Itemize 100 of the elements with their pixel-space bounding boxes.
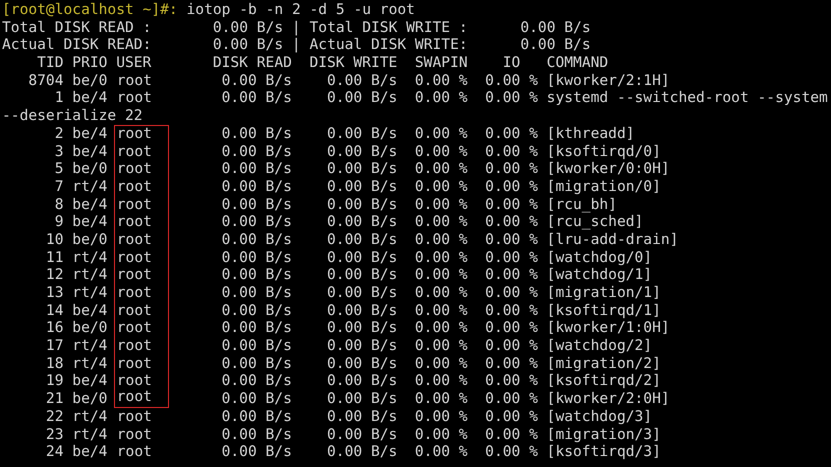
tid-cell-text: 21 bbox=[44, 390, 64, 408]
disk-read-cell-text: 0.00 B/s bbox=[220, 284, 292, 302]
disk-write-cell-text: 0.00 B/s bbox=[326, 284, 398, 302]
user-cell: root bbox=[114, 390, 169, 408]
command-cell: [watchdog/0] bbox=[546, 248, 652, 266]
prio-cell: be/4 bbox=[72, 302, 108, 320]
prio-cell: rt/4 bbox=[72, 284, 108, 302]
user-cell: root bbox=[114, 160, 169, 178]
disk-read-cell-text: 0.00 B/s bbox=[220, 160, 292, 178]
command-cell: [kworker/1:0H] bbox=[546, 319, 670, 338]
io-cell-text: 0.00 % bbox=[484, 142, 538, 160]
summary-label: Total DISK READ : bbox=[2, 18, 152, 36]
swapin-cell-text: 0.00 % bbox=[414, 142, 468, 160]
prio-cell: rt/4 bbox=[72, 266, 108, 284]
command-cell: [lru-add-drain] bbox=[546, 230, 678, 249]
command-cell: [kworker/2:0H] bbox=[546, 390, 670, 408]
disk-read-cell-text: 0.00 B/s bbox=[220, 408, 292, 426]
user-cell-text: root bbox=[116, 426, 153, 444]
disk-read-cell-text: 0.00 B/s bbox=[220, 124, 292, 142]
command-cell: [ksoftirqd/0] bbox=[546, 142, 661, 160]
disk-write-cell-text: 0.00 B/s bbox=[326, 302, 398, 320]
disk-write-cell-text: 0.00 B/s bbox=[326, 230, 398, 249]
disk-write-cell-text: 0.00 B/s bbox=[326, 72, 398, 90]
disk-read-cell-text: 0.00 B/s bbox=[220, 213, 292, 231]
column-header: COMMAND bbox=[546, 54, 608, 72]
summary-value: 0.00 B/s bbox=[212, 18, 284, 36]
io-cell-text: 0.00 % bbox=[484, 248, 538, 266]
disk-read-cell-text: 0.00 B/s bbox=[220, 196, 292, 214]
disk-write-cell-text: 0.00 B/s bbox=[326, 337, 398, 355]
summary-label: Actual DISK READ: bbox=[2, 36, 152, 54]
disk-write-cell-text: 0.00 B/s bbox=[326, 319, 398, 338]
tid-cell-text: 5 bbox=[54, 160, 64, 178]
command-cell: [kthreadd] bbox=[546, 124, 635, 142]
prio-cell: be/0 bbox=[72, 72, 108, 90]
disk-read-cell-text: 0.00 B/s bbox=[220, 443, 292, 461]
tid-cell-text: 22 bbox=[44, 408, 64, 426]
column-header: USER bbox=[116, 54, 152, 72]
user-cell: root bbox=[114, 354, 169, 372]
summary-separator: | bbox=[292, 36, 301, 54]
command-cell: [migration/3] bbox=[546, 426, 661, 444]
disk-write-cell-text: 0.00 B/s bbox=[326, 266, 398, 284]
tid-cell-text: 14 bbox=[44, 302, 64, 320]
user-cell: root bbox=[114, 337, 169, 355]
swapin-cell-text: 0.00 % bbox=[414, 372, 468, 390]
column-header: DISK WRITE bbox=[308, 54, 398, 72]
tid-cell-text: 9 bbox=[54, 213, 64, 231]
disk-write-cell-text: 0.00 B/s bbox=[326, 408, 398, 426]
user-cell: root bbox=[114, 230, 169, 249]
disk-read-cell-text: 0.00 B/s bbox=[220, 266, 292, 284]
tid-cell-text: 2 bbox=[54, 124, 64, 142]
swapin-cell-text: 0.00 % bbox=[414, 178, 468, 196]
command-cell: [rcu_bh] bbox=[546, 196, 617, 214]
tid-cell-text: 19 bbox=[44, 372, 64, 390]
disk-read-cell-text: 0.00 B/s bbox=[220, 390, 292, 408]
summary-value: 0.00 B/s bbox=[519, 18, 591, 36]
prio-cell: be/0 bbox=[72, 319, 108, 338]
user-cell-text: root bbox=[116, 443, 153, 461]
summary-separator: | bbox=[292, 18, 301, 36]
swapin-cell-text: 0.00 % bbox=[414, 443, 468, 461]
swapin-cell-text: 0.00 % bbox=[414, 354, 468, 372]
command-cell: [kworker/2:1H] bbox=[546, 72, 670, 90]
swapin-cell-text: 0.00 % bbox=[414, 124, 468, 142]
disk-read-cell-text: 0.00 B/s bbox=[220, 302, 292, 320]
io-cell-text: 0.00 % bbox=[484, 213, 538, 231]
tid-cell-text: 13 bbox=[44, 284, 64, 302]
command-cell: [watchdog/1] bbox=[546, 266, 652, 284]
tid-cell-text: 10 bbox=[44, 230, 64, 249]
swapin-cell-text: 0.00 % bbox=[414, 302, 468, 320]
disk-write-cell-text: 0.00 B/s bbox=[326, 390, 398, 408]
tid-cell-text: 8704 bbox=[27, 72, 64, 90]
disk-write-cell-text: 0.00 B/s bbox=[326, 89, 398, 108]
tid-cell-text: 12 bbox=[44, 266, 64, 284]
prio-cell: be/4 bbox=[72, 124, 108, 142]
io-cell-text: 0.00 % bbox=[484, 319, 538, 338]
disk-read-cell-text: 0.00 B/s bbox=[220, 72, 292, 90]
disk-read-cell-text: 0.00 B/s bbox=[220, 89, 292, 108]
swapin-cell-text: 0.00 % bbox=[414, 248, 468, 266]
tid-cell-text: 17 bbox=[44, 337, 64, 355]
user-cell: root bbox=[114, 178, 169, 196]
io-cell-text: 0.00 % bbox=[484, 337, 538, 355]
command-cell: [ksoftirqd/3] bbox=[546, 443, 661, 461]
prio-cell: rt/4 bbox=[72, 337, 108, 355]
command-cell: [migration/1] bbox=[546, 284, 661, 302]
summary-label: Total DISK WRITE : bbox=[310, 18, 468, 36]
user-cell: root bbox=[114, 284, 169, 302]
user-cell: root bbox=[114, 319, 169, 338]
tid-cell-text: 11 bbox=[44, 248, 64, 266]
prio-cell: rt/4 bbox=[72, 408, 108, 426]
swapin-cell-text: 0.00 % bbox=[414, 408, 468, 426]
disk-write-cell-text: 0.00 B/s bbox=[326, 426, 398, 444]
tid-cell-text: 24 bbox=[44, 443, 64, 461]
io-cell-text: 0.00 % bbox=[484, 443, 538, 461]
disk-write-cell-text: 0.00 B/s bbox=[326, 248, 398, 266]
disk-write-cell-text: 0.00 B/s bbox=[326, 160, 398, 178]
prio-cell: be/4 bbox=[72, 196, 108, 214]
user-cell: root bbox=[114, 266, 169, 284]
tid-cell-text: 3 bbox=[54, 142, 64, 160]
column-header: IO bbox=[502, 54, 522, 72]
prio-cell: rt/4 bbox=[72, 178, 108, 196]
io-cell-text: 0.00 % bbox=[484, 160, 538, 178]
